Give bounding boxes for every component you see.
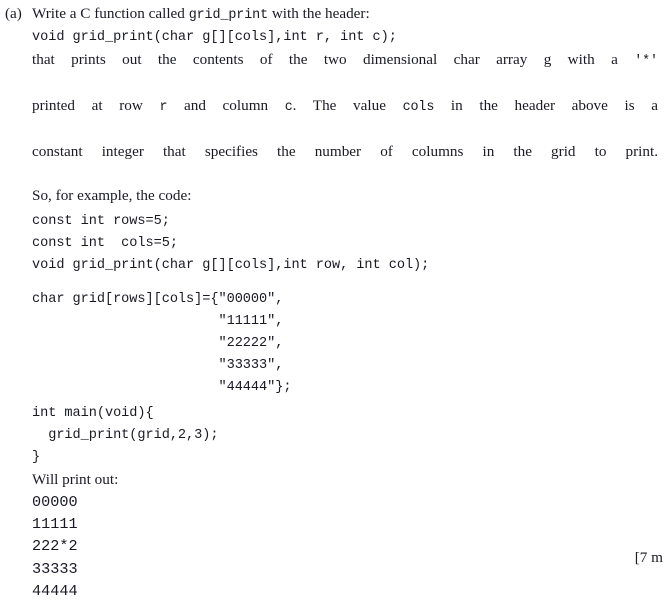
question-body: Write a C function called grid_print wit… bbox=[32, 3, 658, 602]
intro-text-before: Write a C function called bbox=[32, 5, 189, 22]
description-line-4: So, for example, the code: bbox=[32, 187, 192, 204]
param-cols: cols bbox=[402, 100, 435, 115]
description-line-2: printed at row r and column c. The value… bbox=[32, 95, 658, 141]
description-paragraph: that prints out the contents of the two … bbox=[32, 49, 658, 207]
output-line-1: 11111 bbox=[32, 515, 78, 534]
example-code-constants: const int rows=5; const int cols=5; void… bbox=[32, 214, 430, 273]
asterisk-literal: '*' bbox=[634, 54, 658, 69]
question-label: (a) bbox=[5, 5, 22, 22]
output-line-3: 33333 bbox=[32, 559, 78, 578]
intro-function-name: grid_print bbox=[188, 8, 269, 23]
example-code-main: int main(void){ grid_print(grid,2,3); } bbox=[32, 406, 219, 465]
description-line-1: that prints out the contents of the two … bbox=[32, 49, 658, 95]
description-line-3: constant integer that specifies the numb… bbox=[32, 143, 658, 160]
intro-text-after: with the header: bbox=[268, 5, 370, 22]
marks-annotation: [7 m bbox=[634, 549, 663, 566]
function-header-code: void grid_print(char g[][cols],int r, in… bbox=[32, 30, 397, 45]
description-line-2-text-a: printed at row bbox=[32, 97, 160, 114]
code-spacer-mid bbox=[32, 277, 658, 289]
output-line-2: 222*2 bbox=[32, 537, 78, 556]
output-line-0: 00000 bbox=[32, 493, 78, 511]
output-line-4: 44444 bbox=[32, 581, 78, 600]
example-code-array: char grid[rows][cols]={"00000", "11111",… bbox=[32, 292, 292, 395]
description-line-2-text-d: in the header above is a bbox=[434, 97, 658, 114]
document-page: (a) Write a C function called grid_print… bbox=[0, 0, 671, 600]
description-line-2-text-b: and column bbox=[167, 97, 285, 114]
will-print-label: Will print out: bbox=[32, 471, 119, 488]
param-c: c bbox=[284, 100, 293, 115]
intro-sentence: Write a C function called grid_print wit… bbox=[32, 3, 658, 27]
description-line-2-text-c: . The value bbox=[292, 97, 403, 114]
question-part-a: (a) Write a C function called grid_print… bbox=[0, 3, 671, 602]
description-line-1-text: that prints out the contents of the two … bbox=[32, 51, 635, 68]
